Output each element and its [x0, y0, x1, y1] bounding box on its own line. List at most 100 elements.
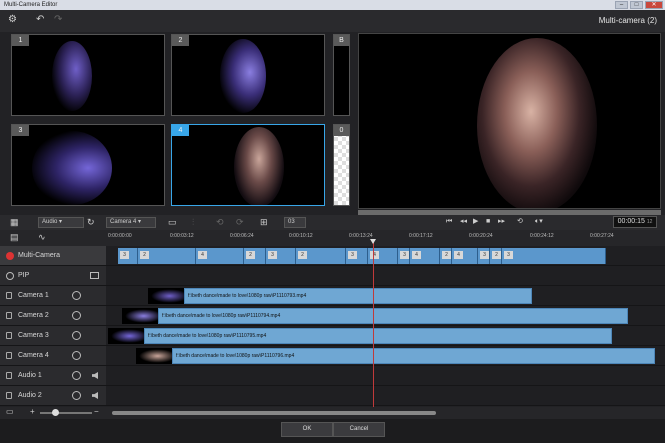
ruler-tick: 0:00:20:24 [469, 233, 493, 239]
rotate-right-icon[interactable]: ⟳ [236, 212, 244, 232]
camera-2-view[interactable]: 2 [171, 34, 325, 116]
track-audio-2[interactable]: Audio 2 [0, 386, 665, 406]
sync-icon[interactable]: ↻ [87, 212, 95, 232]
sync-icon[interactable] [72, 311, 81, 320]
camera-4-lane[interactable]: f:\beth dance\made to love\1080p raw\P11… [106, 346, 665, 365]
track-camera-1[interactable]: Camera 1 f:\beth dance\made to love\1080… [0, 286, 665, 306]
multicam-segment[interactable]: 2 [138, 248, 196, 264]
ruler-tick: 0:00:10:12 [289, 233, 313, 239]
segment-camera-number: 3 [400, 251, 409, 259]
track-audio-1[interactable]: Audio 1 [0, 366, 665, 386]
timeline-scrollbar[interactable] [112, 411, 436, 415]
slot-b-label: B [334, 35, 349, 46]
playhead[interactable] [373, 240, 374, 407]
ok-button[interactable]: OK [281, 422, 333, 437]
audio-1-lane[interactable] [106, 366, 665, 385]
sync-icon[interactable] [72, 351, 81, 360]
lock-icon[interactable] [6, 292, 12, 299]
multicam-segment[interactable]: 4 [452, 248, 478, 264]
timeline-ruler[interactable]: 0:00:00:00 0:00:03:12 0:00:06:24 0:00:10… [106, 231, 661, 245]
timecode-value: 00:00:15 [617, 218, 645, 225]
camera-3-view[interactable]: 3 [11, 124, 165, 206]
slot-zero[interactable]: 0 [333, 124, 350, 206]
camera-1-lane[interactable]: f:\beth dance\made to love\1080p raw\P11… [106, 286, 665, 305]
audio-wave-icon[interactable]: ∿ [38, 227, 46, 247]
clip[interactable]: f:\beth dance\made to love\1080p raw\P11… [144, 328, 612, 344]
sync-icon[interactable] [72, 291, 81, 300]
playhead-marker-icon[interactable] [370, 239, 376, 244]
zoom-slider-handle[interactable] [52, 409, 59, 416]
clip[interactable]: f:\beth dance\made to love\1080p raw\P11… [158, 308, 628, 324]
multicam-segment[interactable]: 2 [244, 248, 266, 264]
close-button[interactable]: ✕ [645, 1, 663, 9]
undo-icon[interactable]: ↶ [36, 10, 44, 30]
pip-icon[interactable] [90, 272, 99, 279]
multicam-segment[interactable]: 4 [410, 248, 440, 264]
pip-circle-icon[interactable] [6, 272, 14, 280]
clip[interactable]: f:\beth dance\made to love\1080p raw\P11… [184, 288, 532, 304]
split-icon[interactable]: ⫶ [192, 212, 194, 232]
multicam-segment[interactable]: 3 [478, 248, 490, 264]
lock-icon[interactable] [6, 312, 12, 319]
track-pip[interactable]: PIP [0, 266, 665, 286]
lock-icon[interactable] [6, 352, 12, 359]
track-camera-4[interactable]: Camera 4 f:\beth dance\made to love\1080… [0, 346, 665, 366]
multicam-segment[interactable]: 3 [346, 248, 368, 264]
multicam-segment[interactable]: 2 [440, 248, 452, 264]
record-icon[interactable] [6, 252, 14, 260]
camera-3-image [32, 131, 112, 205]
speaker-icon[interactable] [92, 372, 98, 379]
slot-b[interactable]: B [333, 34, 350, 116]
skip-start-icon[interactable]: ⏮ [446, 212, 452, 232]
rotate-left-icon[interactable]: ⟲ [216, 212, 224, 232]
segment-camera-number: 3 [480, 251, 489, 259]
multicam-segment[interactable]: 3 [502, 248, 606, 264]
timecode-display[interactable]: 00:00:15 12 [613, 216, 657, 228]
sync-icon[interactable] [72, 371, 81, 380]
cancel-button[interactable]: Cancel [333, 422, 385, 437]
resize-icon[interactable]: ⊞ [260, 212, 268, 232]
sync-icon[interactable] [72, 331, 81, 340]
multicam-segment[interactable]: 2 [296, 248, 346, 264]
slot-zero-label: 0 [334, 125, 349, 136]
transition-value-input[interactable]: 03 [284, 217, 306, 228]
multicam-segment[interactable]: 2 [490, 248, 502, 264]
clip[interactable]: f:\beth dance\made to love\1080p raw\P11… [172, 348, 655, 364]
lock-icon[interactable] [6, 392, 12, 399]
camera-3-lane[interactable]: f:\beth dance\made to love\1080p raw\P11… [106, 326, 665, 345]
zoom-slider-track[interactable] [40, 412, 92, 414]
track-manager-icon[interactable]: ▤ [10, 227, 19, 247]
clip-thumbnail [122, 308, 158, 324]
camera-1-view[interactable]: 1 [11, 34, 165, 116]
audio-2-lane[interactable] [106, 386, 665, 405]
step-back-icon[interactable]: ◂◂ [460, 212, 467, 232]
multicam-segment[interactable]: 3 [266, 248, 296, 264]
redo-icon[interactable]: ↷ [54, 10, 62, 30]
settings-gear-icon[interactable]: ⚙ [8, 10, 17, 30]
lock-icon[interactable] [6, 372, 12, 379]
camera-2-lane[interactable]: f:\beth dance\made to love\1080p raw\P11… [106, 306, 665, 325]
maximize-button[interactable]: □ [630, 1, 643, 9]
multicam-segment[interactable]: 3 [118, 248, 138, 264]
pip-lane[interactable] [106, 266, 665, 285]
clip-thumbnail [108, 328, 144, 344]
camera-select[interactable]: Camera 4 ▾ [106, 217, 156, 228]
loop-icon[interactable]: ⟲ [517, 212, 523, 232]
lock-icon[interactable] [6, 332, 12, 339]
minimize-button[interactable]: – [615, 1, 628, 9]
track-multi-camera[interactable]: Multi-Camera 324232343424323 [0, 246, 665, 266]
transition-icon[interactable]: ▭ [168, 212, 177, 232]
camera-4-view[interactable]: 4 [171, 124, 325, 206]
step-forward-icon[interactable]: ▸▸ [498, 212, 505, 232]
multicam-lane[interactable]: 324232343424323 [106, 246, 665, 265]
sync-icon[interactable] [72, 391, 81, 400]
multicam-segment[interactable]: 3 [398, 248, 410, 264]
speaker-icon[interactable] [92, 392, 98, 399]
stop-icon[interactable]: ■ [486, 212, 490, 232]
volume-icon[interactable]: 🔈︎▾ [535, 212, 543, 232]
track-camera-3[interactable]: Camera 3 f:\beth dance\made to love\1080… [0, 326, 665, 346]
multicam-segment[interactable]: 4 [196, 248, 244, 264]
top-toolbar: ⚙ ↶ ↷ [0, 10, 665, 32]
play-icon[interactable]: ▶ [473, 212, 478, 232]
track-camera-2[interactable]: Camera 2 f:\beth dance\made to love\1080… [0, 306, 665, 326]
